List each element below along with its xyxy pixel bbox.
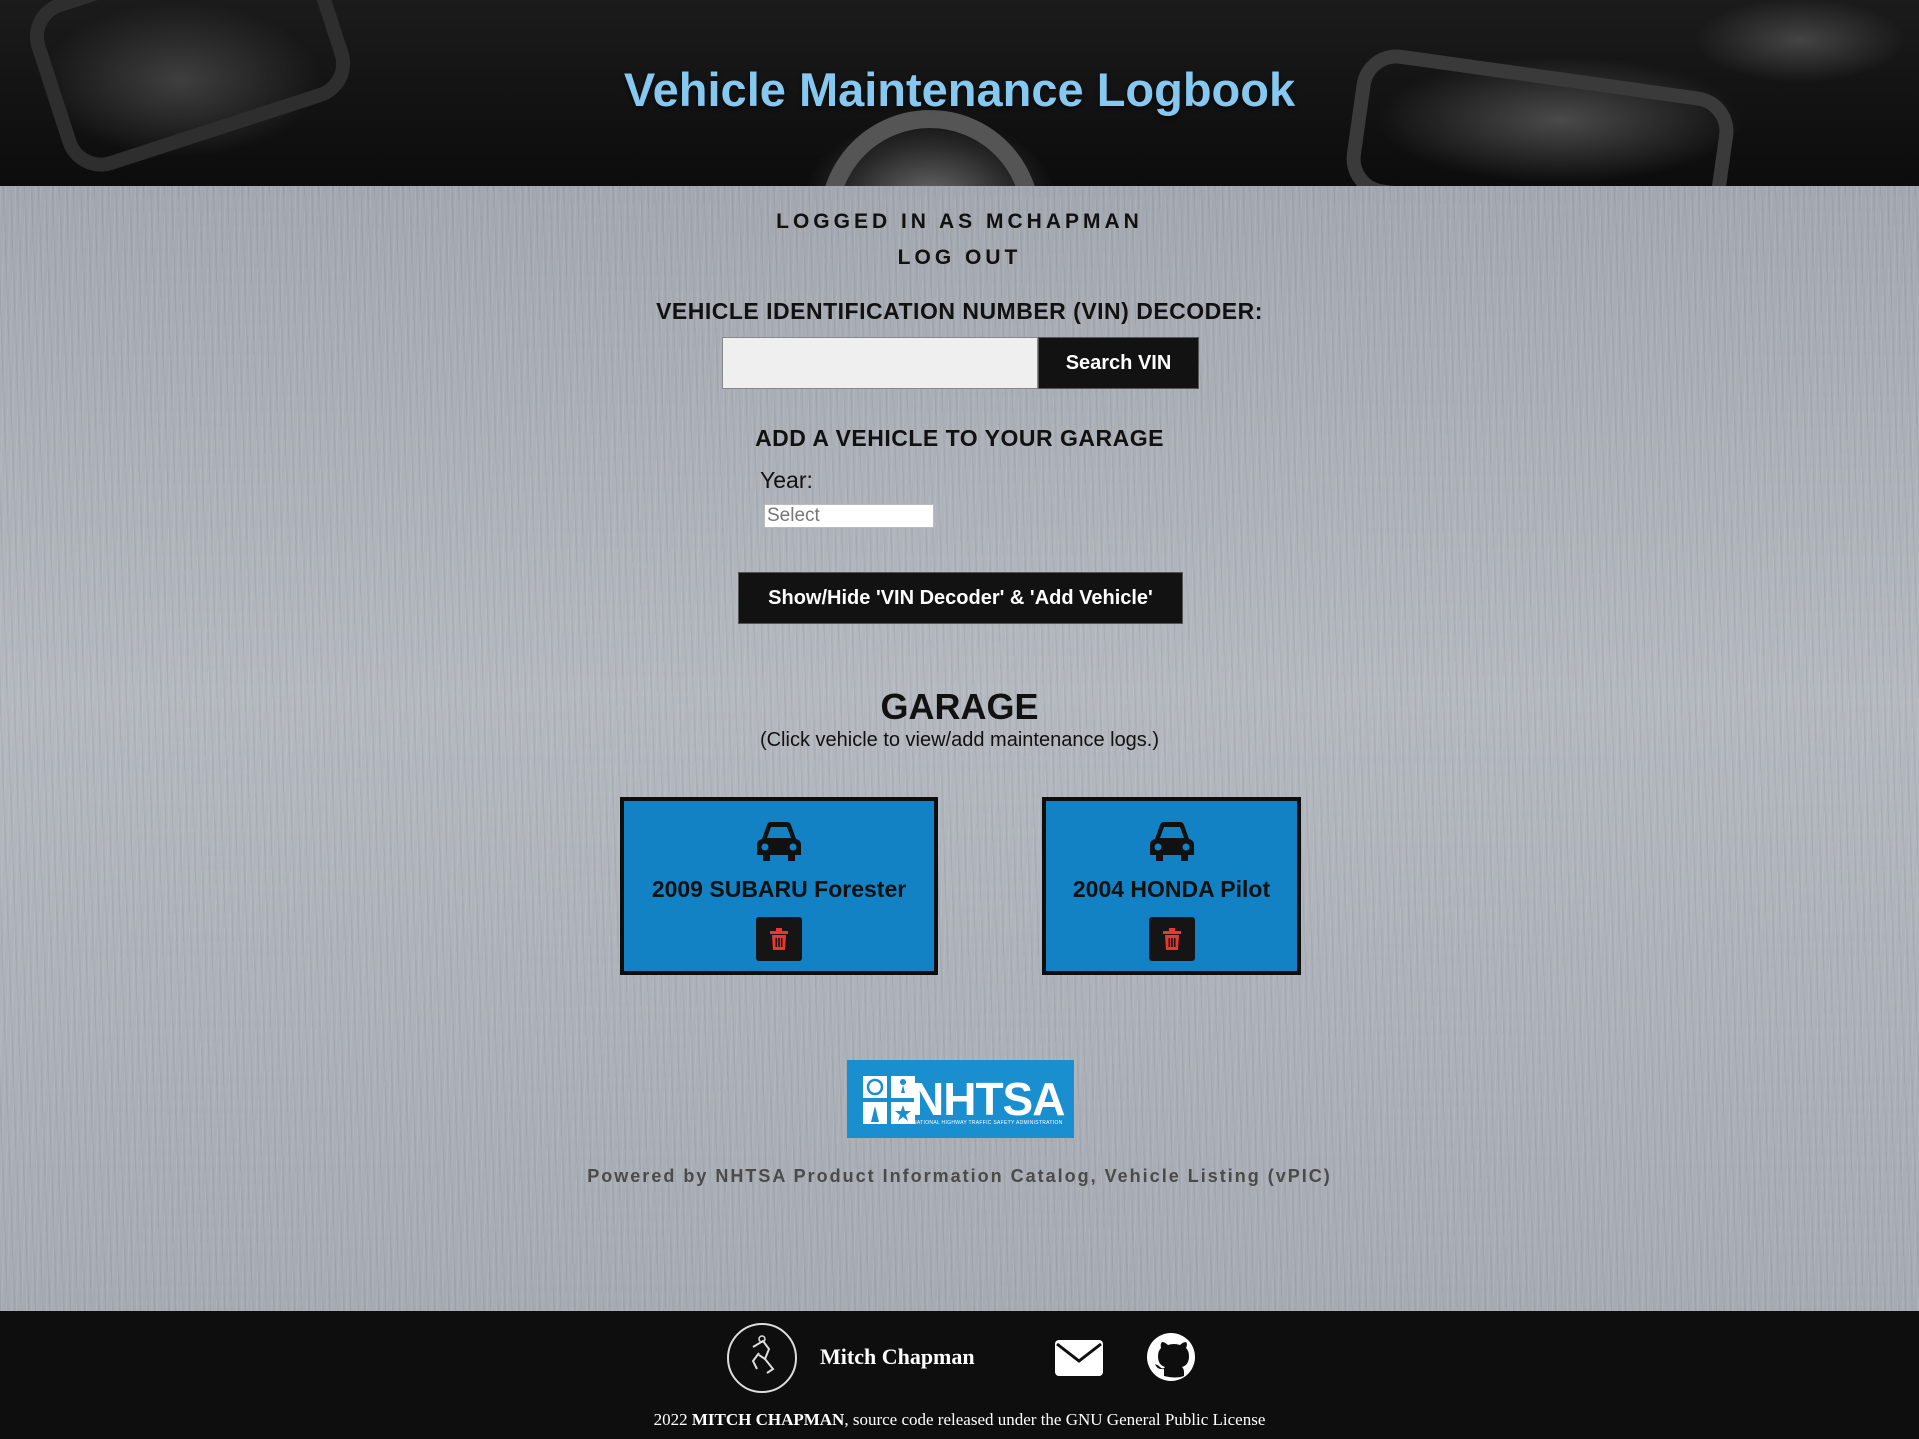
trash-icon (770, 928, 788, 950)
car-icon (1149, 822, 1194, 861)
vin-decoder-label: VEHICLE IDENTIFICATION NUMBER (VIN) DECO… (656, 298, 1263, 324)
copyright-text: 2022 MITCH CHAPMAN, source code released… (0, 1410, 1919, 1430)
copyright-license: , source code released under the GNU Gen… (844, 1410, 1266, 1429)
delete-vehicle-button[interactable] (1148, 917, 1195, 961)
nhtsa-emblem-icon (863, 1076, 915, 1124)
logout-link[interactable]: LOG OUT (0, 246, 1919, 270)
header-banner: Vehicle Maintenance Logbook (0, 0, 1919, 186)
vehicle-card[interactable]: 2004 HONDA Pilot (1042, 797, 1301, 975)
page-title: Vehicle Maintenance Logbook (623, 63, 1296, 116)
nhtsa-logo-text: NHTSA (911, 1073, 1065, 1125)
vehicle-name: 2004 HONDA Pilot (1072, 876, 1271, 902)
mail-icon[interactable] (1054, 1339, 1104, 1377)
copyright-year: 2022 (653, 1410, 688, 1429)
logged-in-status: LOGGED IN AS MCHAPMAN (776, 210, 1143, 233)
nhtsa-logo-subtitle: NATIONAL HIGHWAY TRAFFIC SAFETY ADMINIST… (913, 1120, 1063, 1126)
footer: Mitch Chapman 2022 MITCH CHAPMAN, source… (0, 1311, 1919, 1439)
car-icon (757, 822, 801, 861)
engine-hose-decoration (820, 110, 1040, 186)
search-vin-button[interactable]: Search VIN (1038, 337, 1199, 389)
garage-title: GARAGE (880, 686, 1039, 727)
author-name: Mitch Chapman (820, 1344, 975, 1369)
delete-vehicle-button[interactable] (756, 917, 802, 961)
garage-subtitle: (Click vehicle to view/add maintenance l… (759, 729, 1160, 751)
author-avatar[interactable] (727, 1323, 797, 1393)
year-select[interactable]: Select (764, 504, 934, 528)
github-icon[interactable] (1146, 1332, 1196, 1382)
trash-icon (1162, 928, 1181, 950)
vin-input[interactable] (722, 337, 1038, 389)
toggle-forms-button[interactable]: Show/Hide 'VIN Decoder' & 'Add Vehicle' (738, 572, 1183, 624)
copyright-name: MITCH CHAPMAN (691, 1410, 845, 1429)
vehicle-card[interactable]: 2009 SUBARU Forester (620, 797, 938, 975)
year-label: Year: (760, 467, 813, 493)
add-vehicle-heading: ADD A VEHICLE TO YOUR GARAGE (755, 425, 1164, 451)
nhtsa-logo[interactable]: NHTSA NATIONAL HIGHWAY TRAFFIC SAFETY AD… (847, 1060, 1074, 1138)
vehicle-name: 2009 SUBARU Forester (651, 876, 907, 902)
powered-by-text: Powered by NHTSA Product Information Cat… (587, 1166, 1332, 1186)
climber-logo-icon (751, 1335, 775, 1374)
